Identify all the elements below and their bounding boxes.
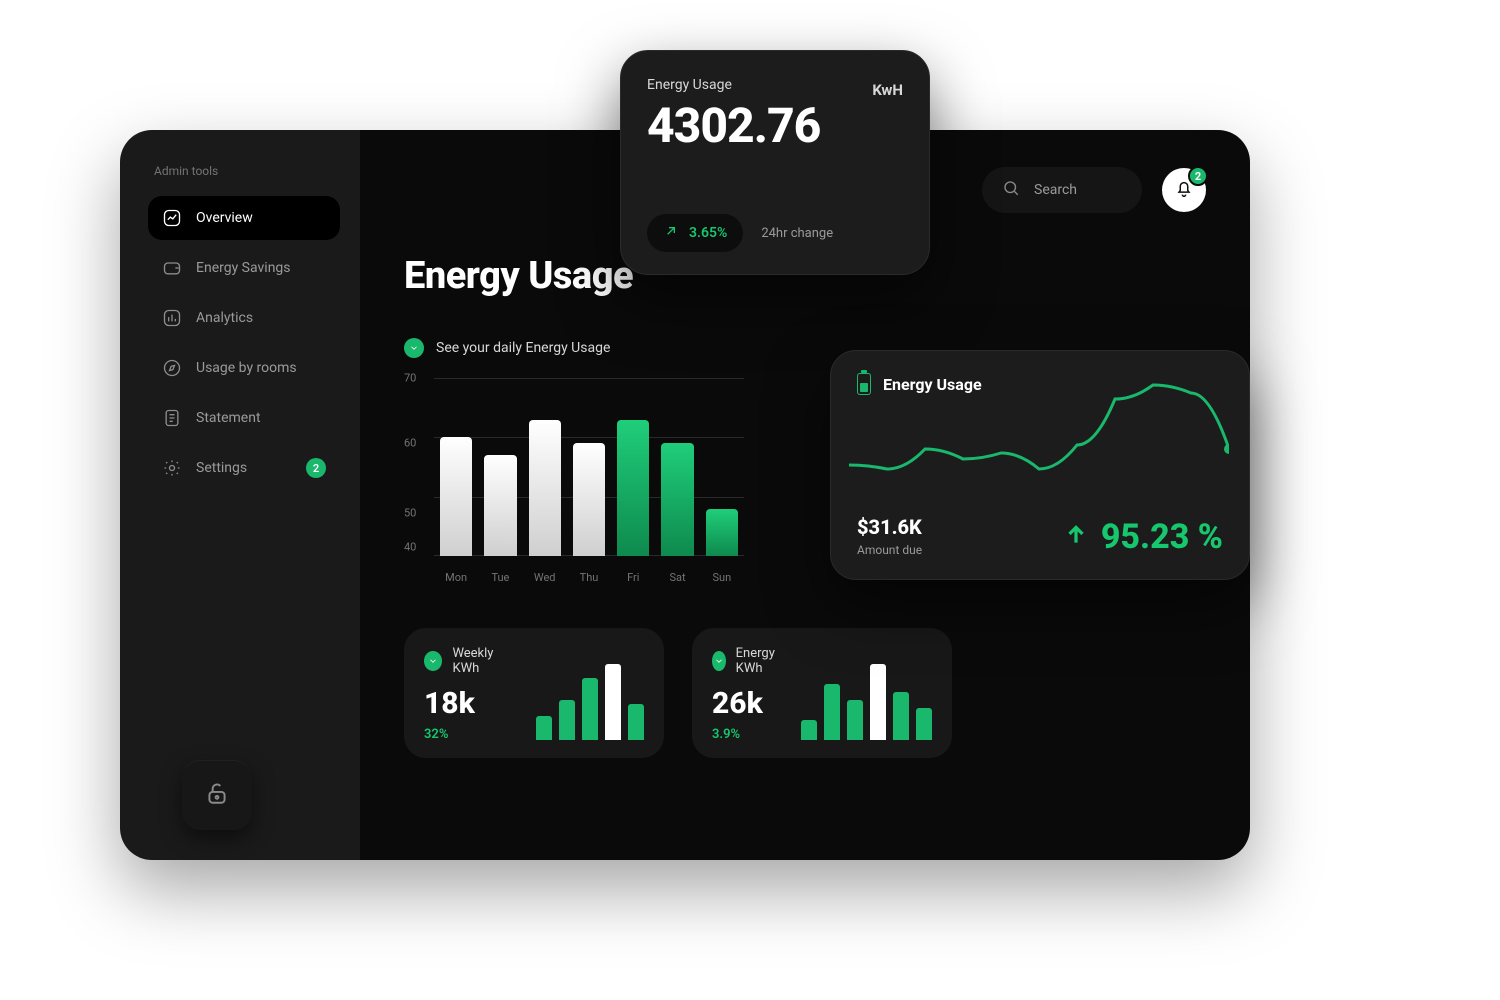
- x-tick: Mon: [440, 571, 472, 584]
- chevron-down-icon[interactable]: [404, 338, 424, 358]
- sidebar-item-label: Statement: [196, 410, 261, 426]
- sidebar-nav: Overview Energy Savings Analytics: [148, 196, 340, 490]
- x-tick: Sun: [706, 571, 738, 584]
- unlock-icon: [204, 780, 230, 810]
- mini-card-weekly-kwh[interactable]: Weekly KWh 18k 32%: [404, 628, 664, 758]
- sidebar-item-settings[interactable]: Settings 2: [148, 446, 340, 490]
- mini-card-spark: [536, 664, 644, 740]
- mini-card-percent: 32%: [424, 727, 518, 742]
- x-tick: Wed: [529, 571, 561, 584]
- mini-card-spark: [801, 664, 932, 740]
- arrow-up-icon: [1063, 517, 1089, 557]
- mini-card-value: 18k: [424, 686, 518, 721]
- bar-chart-icon: [162, 308, 182, 328]
- sidebar-section-label: Admin tools: [154, 164, 340, 178]
- search-placeholder: Search: [1034, 182, 1077, 198]
- amount-due-label: Amount due: [857, 543, 922, 557]
- sidebar-item-statement[interactable]: Statement: [148, 396, 340, 440]
- chart-line-icon: [162, 208, 182, 228]
- sidebar-item-label: Usage by rooms: [196, 360, 297, 376]
- notification-badge: 2: [1188, 166, 1208, 186]
- energy-usage-trend-card: Energy Usage $31.6K Amount due 95.23 %: [830, 350, 1250, 580]
- sidebar-item-label: Analytics: [196, 310, 253, 326]
- mini-card-title: Weekly KWh: [452, 646, 518, 676]
- search-icon: [1002, 179, 1020, 201]
- daily-energy-chart: 70 60 50 40 Mon Tue Wed Thu Fri Sat Sun: [404, 374, 744, 584]
- spark-bar: [605, 664, 621, 740]
- settings-badge: 2: [306, 458, 326, 478]
- card-title: Energy Usage: [647, 77, 732, 99]
- mini-cards-row: Weekly KWh 18k 32% Energy KWh 26k: [404, 628, 1206, 758]
- mini-card-energy-kwh[interactable]: Energy KWh 26k 3.9%: [692, 628, 952, 758]
- chart-bar: [529, 420, 561, 556]
- delta-pill: 3.65%: [647, 214, 743, 252]
- spark-bar: [559, 700, 575, 740]
- chart-bar: [617, 420, 649, 556]
- x-tick: Thu: [573, 571, 605, 584]
- trend-line-chart: [849, 369, 1229, 489]
- trend-percent-value: 95.23 %: [1101, 517, 1223, 557]
- trend-percent: 95.23 %: [1063, 517, 1223, 557]
- delta-value: 3.65%: [689, 225, 727, 241]
- y-tick: 40: [404, 541, 416, 554]
- mini-card-percent: 3.9%: [712, 727, 783, 742]
- sidebar-item-analytics[interactable]: Analytics: [148, 296, 340, 340]
- sidebar-item-label: Settings: [196, 460, 247, 476]
- spark-bar: [870, 664, 886, 740]
- chart-xlabels: Mon Tue Wed Thu Fri Sat Sun: [434, 571, 744, 584]
- mini-card-title: Energy KWh: [736, 646, 783, 676]
- spark-bar: [582, 678, 598, 740]
- spark-bar: [847, 700, 863, 740]
- chart-bar: [484, 455, 516, 556]
- energy-usage-summary-card: Energy Usage KwH 4302.76 3.65% 24hr chan…: [620, 50, 930, 275]
- mini-card-value: 26k: [712, 686, 783, 721]
- y-tick: 50: [404, 506, 416, 519]
- sidebar-item-label: Energy Savings: [196, 260, 291, 276]
- chart-bar: [706, 509, 738, 556]
- spark-bar: [536, 716, 552, 740]
- daily-chart-caption: See your daily Energy Usage: [436, 340, 610, 356]
- arrow-up-right-icon: [663, 223, 679, 243]
- spark-bar: [628, 704, 644, 740]
- x-tick: Sat: [661, 571, 693, 584]
- chevron-down-icon: [424, 651, 442, 671]
- spark-bar: [801, 720, 817, 740]
- chart-bar: [573, 443, 605, 556]
- sidebar-item-overview[interactable]: Overview: [148, 196, 340, 240]
- chevron-down-icon: [712, 651, 726, 671]
- document-icon: [162, 408, 182, 428]
- sidebar-item-usage-by-rooms[interactable]: Usage by rooms: [148, 346, 340, 390]
- sidebar: Admin tools Overview Energy Savings: [120, 130, 360, 860]
- chart-bar: [440, 437, 472, 556]
- notifications-button[interactable]: 2: [1162, 168, 1206, 212]
- y-tick: 70: [404, 372, 416, 385]
- y-tick: 60: [404, 437, 416, 450]
- search-input[interactable]: Search: [982, 167, 1142, 213]
- amount-due-value: $31.6K: [857, 515, 922, 539]
- card-value: 4302.76: [647, 97, 903, 154]
- lock-button[interactable]: [182, 760, 252, 830]
- chart-bar: [661, 443, 693, 556]
- compass-icon: [162, 358, 182, 378]
- x-tick: Fri: [617, 571, 649, 584]
- gear-icon: [162, 458, 182, 478]
- spark-bar: [893, 692, 909, 740]
- spark-bar: [916, 708, 932, 740]
- x-tick: Tue: [484, 571, 516, 584]
- sidebar-item-energy-savings[interactable]: Energy Savings: [148, 246, 340, 290]
- chart-bars: [434, 378, 744, 556]
- wallet-icon: [162, 258, 182, 278]
- spark-bar: [824, 684, 840, 740]
- sidebar-item-label: Overview: [196, 210, 253, 226]
- delta-label: 24hr change: [761, 226, 833, 241]
